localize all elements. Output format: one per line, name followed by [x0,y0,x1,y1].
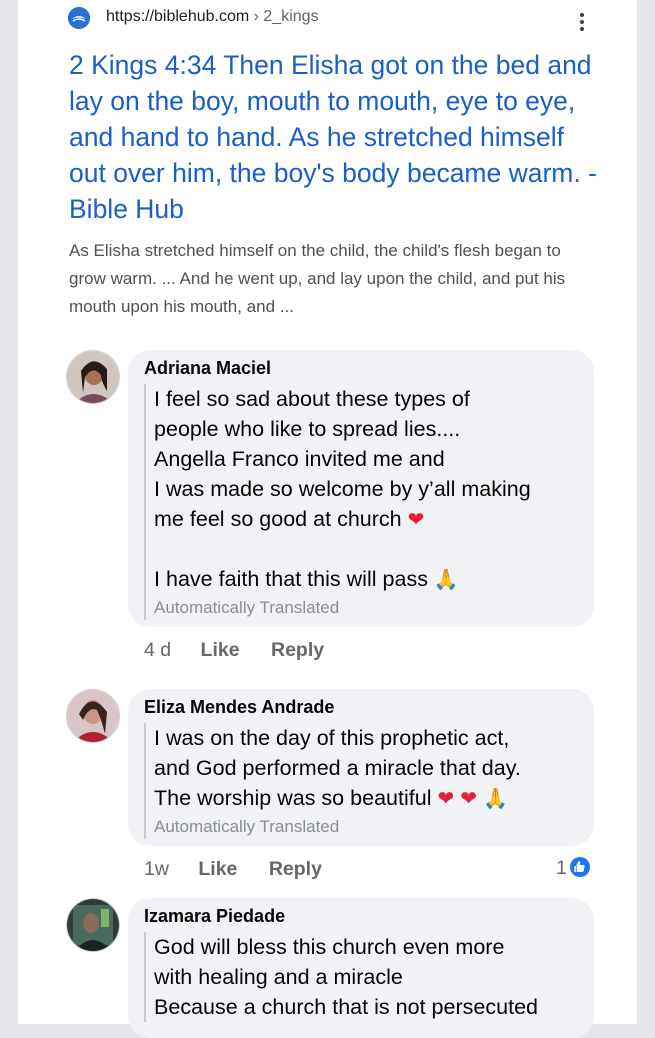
comment-bubble: Eliza Mendes Andrade I was on the day of… [128,689,594,846]
comment-line: Angella Franco invited me and [154,447,445,471]
comment-line: I was made so welcome by y’all making [154,477,531,501]
avatar[interactable] [66,898,120,952]
translation-note[interactable]: Automatically Translated [154,815,594,839]
heart-emoji-icon: ❤ [407,507,425,531]
reaction-count[interactable]: 1 [556,857,590,880]
result-url[interactable]: https://biblehub.com › 2_kings [106,8,319,26]
comment-line: Because a church that is not persecuted [154,995,538,1019]
comment-line: I have faith that this will pass 🙏 [154,567,459,591]
praying-hands-emoji-icon: 🙏 [482,786,508,810]
comment-actions: 1w Like Reply [144,858,322,881]
comment-author[interactable]: Eliza Mendes Andrade [144,697,334,718]
more-options-icon[interactable] [572,10,592,34]
comment-actions: 4 d Like Reply [144,639,324,662]
comment-author[interactable]: Izamara Piedade [144,906,285,927]
result-url-domain: https://biblehub.com [106,8,250,25]
result-url-path: 2_kings [263,8,319,25]
like-button[interactable]: Like [198,858,237,881]
comment-line: I feel so sad about these types of [154,387,470,411]
comment-line: me feel so good at church ❤ [154,507,425,531]
comment-timestamp[interactable]: 1w [144,858,169,881]
comment-author[interactable]: Adriana Maciel [144,358,271,379]
translation-note[interactable]: Automatically Translated [154,596,594,620]
comment-line: with healing and a miracle [154,965,403,989]
result-url-row[interactable]: https://biblehub.com › 2_kings [68,5,588,29]
praying-hands-emoji-icon: 🙏 [433,567,459,591]
avatar[interactable] [66,350,120,404]
reply-button[interactable]: Reply [269,858,322,881]
like-button[interactable]: Like [201,639,240,662]
comment-line: people who like to spread lies.... [154,417,461,441]
comment-line: The worship was so beautiful ❤ ❤ 🙏 [154,786,508,810]
heart-emoji-icon: ❤ [437,786,455,810]
result-snippet: As Elisha stretched himself on the child… [69,241,566,316]
reaction-count-number: 1 [556,857,567,879]
comment-timestamp[interactable]: 4 d [144,639,171,662]
biblehub-logo-icon [68,7,90,29]
reply-button[interactable]: Reply [271,639,324,662]
comment-line: I was on the day of this prophetic act, [154,726,510,750]
result-url-separator: › [249,8,264,25]
comment-line: and God performed a miracle that day. [154,756,521,780]
avatar[interactable] [66,689,120,743]
comment-line: God will bless this church even more [154,935,505,959]
comment-text: I feel so sad about these types of peopl… [144,384,594,620]
heart-emoji-icon: ❤ [460,786,477,810]
thumbs-up-icon [569,857,590,877]
comment-text: God will bless this church even more wit… [144,932,594,1022]
comment-bubble: Izamara Piedade God will bless this chur… [128,898,594,1038]
comment-line [154,534,594,564]
comment-bubble: Adriana Maciel I feel so sad about these… [128,350,594,627]
comment-text: I was on the day of this prophetic act, … [144,723,594,839]
result-title-link[interactable]: 2 Kings 4:34 Then Elisha got on the bed … [69,47,599,227]
